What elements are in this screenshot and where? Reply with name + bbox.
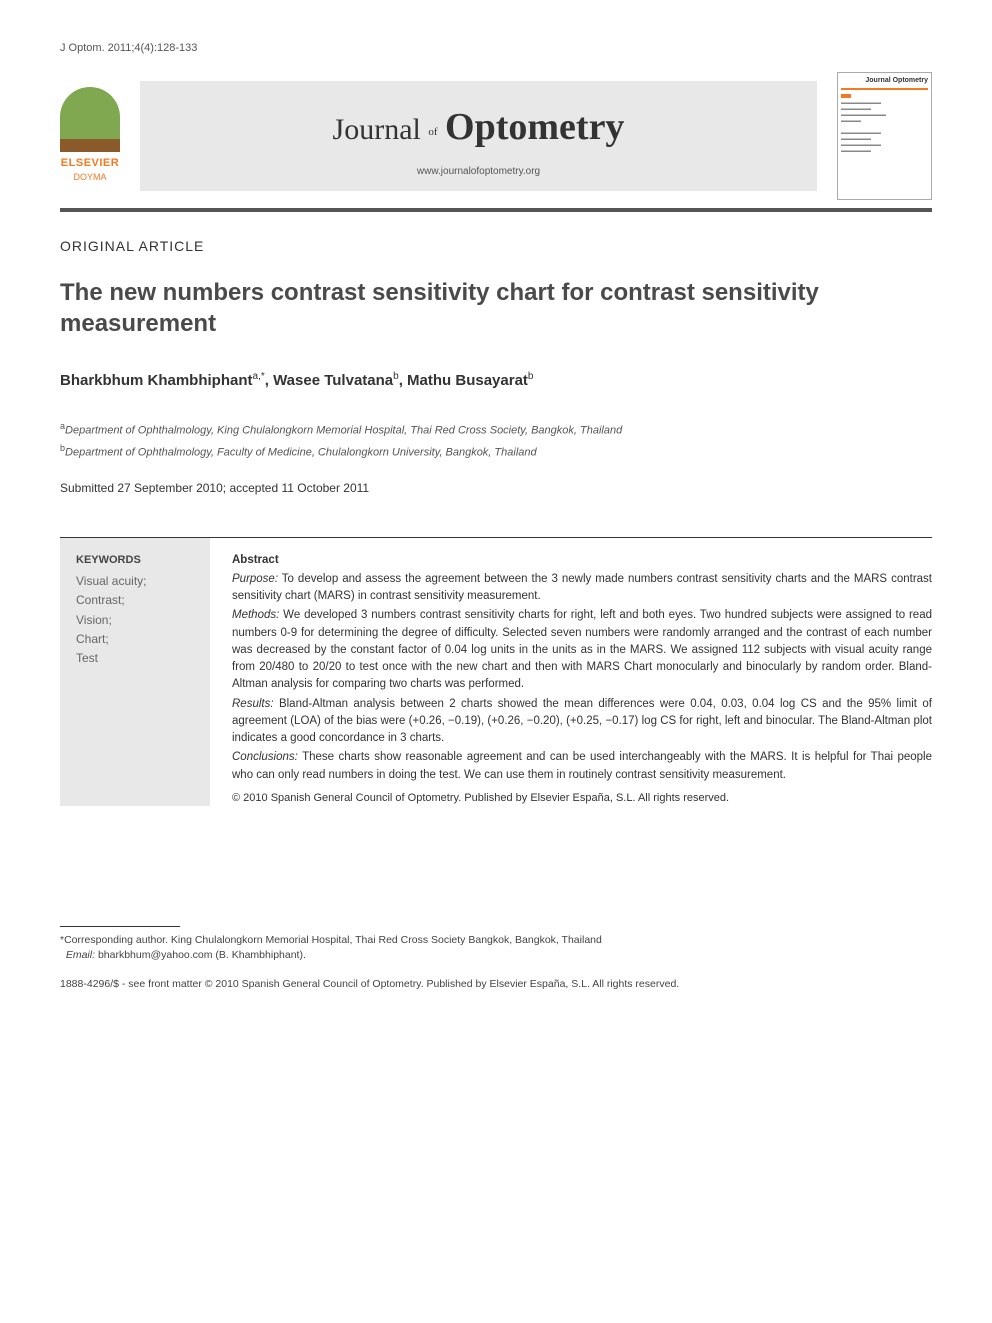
methods-label: Methods: <box>232 609 279 621</box>
citation-line: J Optom. 2011;4(4):128-133 <box>60 40 932 57</box>
abstract-heading: Abstract <box>232 552 932 569</box>
keywords-box: KEYWORDS Visual acuity; Contrast; Vision… <box>60 538 210 807</box>
keyword-item: Test <box>76 649 194 668</box>
abstract-results: Results: Bland-Altman analysis between 2… <box>232 696 932 748</box>
article-type: ORIGINAL ARTICLE <box>60 236 932 257</box>
author-3-sup: b <box>528 371 534 382</box>
publisher-logo: ELSEVIER DOYMA <box>60 87 120 185</box>
footnote-rule <box>60 926 180 927</box>
keywords-list: Visual acuity; Contrast; Vision; Chart; … <box>76 572 194 668</box>
journal-main: Optometry <box>445 106 624 148</box>
journal-url: www.journalofoptometry.org <box>164 164 793 179</box>
footnote-email: bharkbhum@yahoo.com (B. Khambhiphant). <box>95 949 306 961</box>
results-text: Bland-Altman analysis between 2 charts s… <box>232 698 932 745</box>
purpose-text: To develop and assess the agreement betw… <box>232 573 932 602</box>
corresponding-footnote: *Corresponding author. King Chulalongkor… <box>60 933 932 962</box>
abstract-section: KEYWORDS Visual acuity; Contrast; Vision… <box>60 537 932 807</box>
front-matter: 1888-4296/$ - see front matter © 2010 Sp… <box>60 977 932 993</box>
cover-thumb-body: ▬▬▬▬▬▬▬▬▬▬▬▬▬▬▬▬▬▬▬▬▬▬▬▬▬▬▬▬▬▬▬▬▬▬▬▬▬▬▬▬… <box>841 94 928 154</box>
affiliations: aDepartment of Ophthalmology, King Chula… <box>60 420 932 460</box>
conclusions-label: Conclusions: <box>232 751 298 763</box>
article-title: The new numbers contrast sensitivity cha… <box>60 277 932 339</box>
keyword-item: Visual acuity; <box>76 572 194 591</box>
conclusions-text: These charts show reasonable agreement a… <box>232 751 932 780</box>
abstract-body: Abstract Purpose: To develop and assess … <box>232 538 932 807</box>
header-rule <box>60 208 932 212</box>
author-2: , Wasee Tulvatana <box>265 372 393 389</box>
publisher-name: ELSEVIER <box>60 155 120 172</box>
submission-dates: Submitted 27 September 2010; accepted 11… <box>60 479 932 497</box>
journal-prefix: Journal <box>333 113 421 146</box>
keyword-item: Contrast; <box>76 591 194 610</box>
keyword-item: Vision; <box>76 611 194 630</box>
purpose-label: Purpose: <box>232 573 278 585</box>
author-3: , Mathu Busayarat <box>399 372 528 389</box>
cover-thumbnail: Journal Optometry ▬▬▬▬▬▬▬▬▬▬▬▬▬▬▬▬▬▬▬▬▬▬… <box>837 72 932 200</box>
abstract-purpose: Purpose: To develop and assess the agree… <box>232 571 932 606</box>
affiliation-b: bDepartment of Ophthalmology, Faculty of… <box>60 442 932 461</box>
publisher-sub: DOYMA <box>60 171 120 185</box>
abstract-methods: Methods: We developed 3 numbers contrast… <box>232 607 932 693</box>
abstract-copyright: © 2010 Spanish General Council of Optome… <box>232 790 932 807</box>
author-1-sup: a,* <box>253 371 265 382</box>
aff-b-text: Department of Ophthalmology, Faculty of … <box>65 446 537 458</box>
authors-line: Bharkbhum Khambhiphanta,*, Wasee Tulvata… <box>60 369 932 393</box>
header-banner: ELSEVIER DOYMA Journal of Optometry www.… <box>60 72 932 200</box>
keyword-item: Chart; <box>76 630 194 649</box>
footnote-email-label: Email: <box>66 949 95 961</box>
abstract-conclusions: Conclusions: These charts show reasonabl… <box>232 749 932 784</box>
journal-of: of <box>428 125 437 137</box>
author-1: Bharkbhum Khambhiphant <box>60 372 253 389</box>
affiliation-a: aDepartment of Ophthalmology, King Chula… <box>60 420 932 439</box>
methods-text: We developed 3 numbers contrast sensitiv… <box>232 609 932 690</box>
results-label: Results: <box>232 698 274 710</box>
aff-a-text: Department of Ophthalmology, King Chulal… <box>65 425 622 437</box>
elsevier-tree-icon <box>60 87 120 152</box>
keywords-heading: KEYWORDS <box>76 552 194 569</box>
journal-title: Journal of Optometry <box>164 99 793 156</box>
footnote-corresponding: Corresponding author. King Chulalongkorn… <box>64 934 602 946</box>
journal-title-box: Journal of Optometry www.journalofoptome… <box>140 81 817 191</box>
cover-thumb-title: Journal Optometry <box>841 76 928 91</box>
